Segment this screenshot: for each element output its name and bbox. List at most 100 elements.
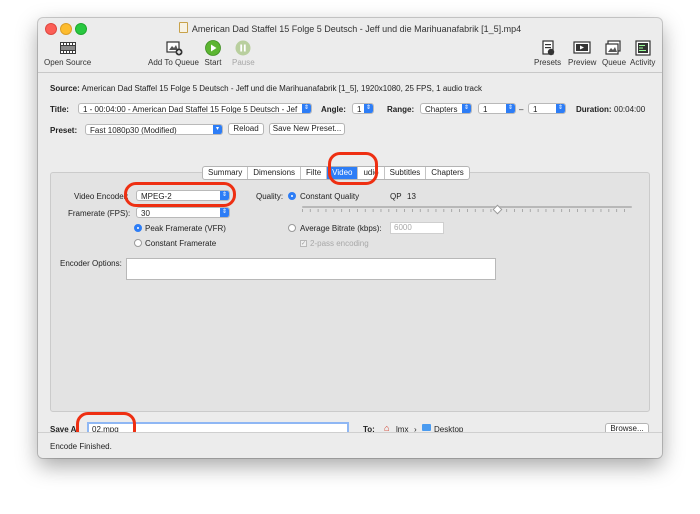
tab-subtitles[interactable]: Subtitles xyxy=(385,167,427,179)
title-label: Title: xyxy=(50,105,69,114)
quality-label: Quality: xyxy=(256,192,284,201)
title-bar: American Dad Staffel 15 Folge 5 Deutsch … xyxy=(38,18,662,38)
angle-select[interactable]: 1 ⇕ xyxy=(352,103,374,114)
queue-button[interactable]: Queue xyxy=(602,40,626,67)
range-end-value: 1 xyxy=(533,105,538,114)
slider-tick xyxy=(537,209,539,212)
slider-tick xyxy=(514,209,515,212)
slider-tick xyxy=(624,209,625,212)
framerate-select[interactable]: 30 ⇕ xyxy=(136,207,230,218)
title-select[interactable]: 1 - 00:04:00 - American Dad Staffel 15 F… xyxy=(78,103,312,114)
pause-button[interactable]: Pause xyxy=(232,40,255,67)
chevron-updown-icon: ⇕ xyxy=(506,104,515,113)
quality-slider-ticks xyxy=(302,209,625,212)
open-source-button[interactable]: Open Source xyxy=(44,40,91,67)
handbrake-window: American Dad Staffel 15 Folge 5 Deutsch … xyxy=(38,18,662,458)
slider-tick xyxy=(427,209,429,212)
chevron-updown-icon: ⇕ xyxy=(556,104,565,113)
tab-summary[interactable]: Summary xyxy=(203,167,249,179)
toolbar: Open Source Add To Queue Start Pause Pre… xyxy=(38,38,662,73)
presets-button[interactable]: Presets xyxy=(534,40,561,67)
range-end-select[interactable]: 1 ⇕ xyxy=(528,103,566,114)
preview-button[interactable]: Preview xyxy=(568,40,596,67)
chevron-updown-icon: ⇕ xyxy=(364,104,373,113)
slider-tick xyxy=(404,209,405,212)
chevron-down-icon: ▾ xyxy=(213,125,222,134)
source-row: Source: American Dad Staffel 15 Folge 5 … xyxy=(50,84,482,93)
slider-tick xyxy=(357,209,358,212)
highlight-encoder-annotation xyxy=(124,182,236,207)
slider-tick xyxy=(529,209,531,212)
constant-framerate-label: Constant Framerate xyxy=(145,239,217,248)
slider-tick xyxy=(584,209,586,212)
constant-framerate-radio[interactable] xyxy=(134,239,142,247)
slider-tick xyxy=(412,209,413,212)
presets-label: Presets xyxy=(534,58,562,67)
slider-tick xyxy=(435,209,437,212)
slider-tick xyxy=(341,209,343,212)
reload-button[interactable]: Reload xyxy=(228,123,264,135)
slider-tick xyxy=(443,209,445,212)
two-pass-checkbox[interactable]: ✓ xyxy=(300,240,307,247)
activity-button[interactable]: Activity xyxy=(630,40,655,67)
framerate-label: Framerate (FPS): xyxy=(68,209,131,218)
range-type-select[interactable]: Chapters ⇕ xyxy=(420,103,472,114)
preview-icon xyxy=(573,41,591,54)
pause-icon xyxy=(235,40,251,56)
source-value: American Dad Staffel 15 Folge 5 Deutsch … xyxy=(81,84,482,93)
add-to-queue-button[interactable]: Add To Queue xyxy=(148,40,199,67)
framerate-value: 30 xyxy=(141,209,150,218)
encoder-options-input[interactable] xyxy=(126,258,496,280)
slider-tick xyxy=(396,209,398,212)
bitrate-input[interactable]: 6000 xyxy=(390,222,444,234)
chevron-updown-icon: ⇕ xyxy=(302,104,311,113)
start-button[interactable]: Start xyxy=(204,40,222,67)
quality-slider-track[interactable] xyxy=(302,206,632,208)
slider-tick xyxy=(561,209,563,212)
chevron-updown-icon: ⇕ xyxy=(220,208,229,217)
qp-value: 13 xyxy=(407,192,416,201)
slider-tick xyxy=(600,209,602,212)
tab-chapters[interactable]: Chapters xyxy=(426,167,468,179)
slider-tick xyxy=(569,209,570,212)
slider-tick xyxy=(317,209,319,212)
encoder-options-label: Encoder Options: xyxy=(60,259,122,268)
presets-icon xyxy=(541,40,554,56)
preview-label: Preview xyxy=(568,58,597,67)
slider-tick xyxy=(419,209,421,212)
slider-tick xyxy=(451,209,453,212)
slider-tick xyxy=(490,209,492,212)
activity-icon xyxy=(635,40,651,56)
save-new-preset-button[interactable]: Save New Preset... xyxy=(269,123,345,135)
preset-select[interactable]: Fast 1080p30 (Modified) ▾ xyxy=(85,124,223,135)
slider-tick xyxy=(616,209,618,212)
two-pass-label: 2-pass encoding xyxy=(310,239,369,248)
slider-tick xyxy=(608,209,610,212)
tab-filters[interactable]: Filte xyxy=(301,167,328,179)
constant-quality-radio[interactable] xyxy=(288,192,296,200)
slider-tick xyxy=(302,209,303,212)
slider-tick xyxy=(309,209,311,212)
status-bar: Encode Finished. xyxy=(38,432,662,458)
slider-tick xyxy=(459,209,460,212)
folder-icon xyxy=(422,424,431,431)
film-clapper-icon xyxy=(59,42,76,54)
queue-icon xyxy=(605,40,621,55)
status-text: Encode Finished. xyxy=(50,442,112,451)
preset-select-value: Fast 1080p30 (Modified) xyxy=(90,126,177,135)
angle-select-value: 1 xyxy=(357,105,362,114)
start-label: Start xyxy=(204,58,222,67)
slider-tick xyxy=(325,209,327,212)
range-type-value: Chapters xyxy=(425,105,458,114)
slider-tick xyxy=(522,209,523,212)
peak-framerate-radio[interactable] xyxy=(134,224,142,232)
range-start-select[interactable]: 1 ⇕ xyxy=(478,103,516,114)
average-bitrate-radio[interactable] xyxy=(288,224,296,232)
pause-label: Pause xyxy=(232,58,255,67)
window-title-text: American Dad Staffel 15 Folge 5 Deutsch … xyxy=(191,24,522,34)
duration-value: 00:04:00 xyxy=(614,105,646,114)
average-bitrate-label: Average Bitrate (kbps): xyxy=(300,224,382,233)
slider-tick xyxy=(474,209,476,212)
activity-label: Activity xyxy=(630,58,656,67)
tab-dimensions[interactable]: Dimensions xyxy=(248,167,302,179)
